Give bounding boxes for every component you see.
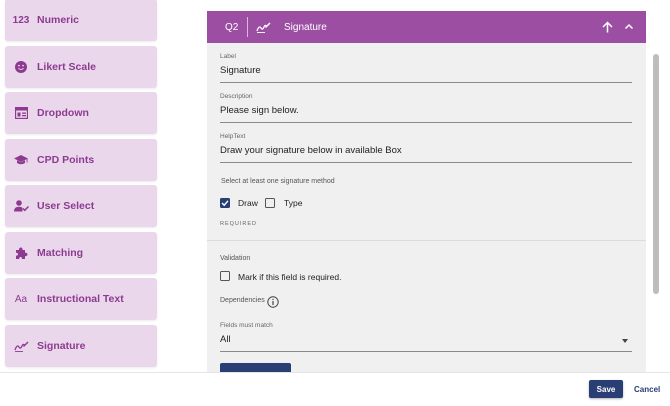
question-number: Q2	[225, 21, 239, 33]
puzzle-icon	[5, 247, 37, 260]
section-divider	[207, 240, 646, 241]
question-card: Q2 Signature Label Signature Description…	[207, 11, 646, 372]
sidebar-item-label: Likert Scale	[37, 61, 96, 73]
signature-icon	[5, 340, 37, 352]
form-builder-screen: 123 Numeric Likert Scale Dropdown CPD Po…	[0, 0, 670, 406]
graduation-cap-icon	[5, 154, 37, 166]
add-dependency-button[interactable]	[220, 363, 291, 372]
description-field-input[interactable]: Please sign below.	[220, 105, 632, 123]
save-button[interactable]: Save	[589, 380, 623, 398]
signature-method-instruction: Select at least one signature method	[221, 178, 335, 185]
sidebar-item-label: Signature	[37, 340, 86, 352]
sidebar-item-instructional-text[interactable]: Aa Instructional Text	[5, 278, 157, 320]
draw-checkbox[interactable]	[220, 198, 230, 208]
helptext-field-input[interactable]: Draw your signature below in available B…	[220, 145, 632, 163]
fields-must-match-value[interactable]: All	[220, 334, 632, 352]
dependencies-caption: Dependencies	[220, 297, 265, 304]
sidebar-item-signature[interactable]: Signature	[5, 325, 157, 367]
sidebar-item-label: Matching	[37, 247, 84, 259]
user-check-icon	[5, 200, 37, 212]
sidebar-item-dropdown[interactable]: Dropdown	[5, 92, 157, 134]
question-title: Signature	[284, 21, 327, 33]
fields-must-match-selected: All	[220, 334, 231, 345]
required-checkbox-label: Mark if this field is required.	[238, 272, 342, 282]
sidebar-item-label: CPD Points	[37, 154, 95, 166]
sidebar-item-label: Numeric	[37, 14, 80, 26]
sidebar-item-matching[interactable]: Matching	[5, 232, 157, 274]
sidebar-item-cpd-points[interactable]: CPD Points	[5, 139, 157, 181]
sidebar-item-label: Dropdown	[37, 107, 89, 119]
arrow-up-icon[interactable]	[602, 20, 613, 38]
text-aa-icon: Aa	[14, 293, 28, 305]
info-icon[interactable]	[267, 295, 279, 313]
chevron-down-icon	[622, 339, 628, 343]
sidebar-item-likert-scale[interactable]: Likert Scale	[5, 46, 157, 88]
description-field-caption: Description	[220, 93, 253, 100]
type-checkbox-label: Type	[284, 198, 303, 208]
description-field[interactable]: Description Please sign below.	[220, 93, 632, 123]
label-field-caption: Label	[220, 53, 236, 60]
fields-must-match-select[interactable]: Fields must match All	[220, 322, 632, 352]
question-card-header[interactable]: Q2 Signature	[207, 11, 646, 43]
cancel-button[interactable]: Cancel	[634, 380, 660, 398]
sidebar-item-numeric[interactable]: 123 Numeric	[5, 0, 157, 41]
header-divider	[247, 17, 248, 37]
label-field[interactable]: Label Signature	[220, 53, 632, 83]
validation-caption: Validation	[220, 255, 251, 262]
helptext-field-caption: HelpText	[220, 133, 246, 140]
required-tag: REQUIRED	[220, 221, 258, 227]
question-type-sidebar: 123 Numeric Likert Scale Dropdown CPD Po…	[0, 0, 170, 372]
helptext-field[interactable]: HelpText Draw your signature below in av…	[220, 133, 632, 163]
label-field-input[interactable]: Signature	[220, 65, 632, 83]
sidebar-item-user-select[interactable]: User Select	[5, 185, 157, 227]
fields-must-match-caption: Fields must match	[220, 322, 273, 329]
smiley-icon	[5, 61, 37, 73]
chevron-up-icon[interactable]	[624, 20, 634, 38]
sidebar-item-label: Instructional Text	[37, 293, 124, 305]
numeric-123-icon: 123	[12, 14, 30, 26]
draw-checkbox-label: Draw	[238, 198, 258, 208]
required-checkbox[interactable]	[220, 271, 230, 281]
sidebar-item-label: User Select	[37, 200, 95, 212]
signature-icon	[256, 21, 276, 33]
footer-bar	[0, 372, 670, 406]
dropdown-list-icon	[5, 107, 37, 119]
type-checkbox[interactable]	[265, 198, 275, 208]
scrollbar-thumb[interactable]	[653, 54, 659, 294]
